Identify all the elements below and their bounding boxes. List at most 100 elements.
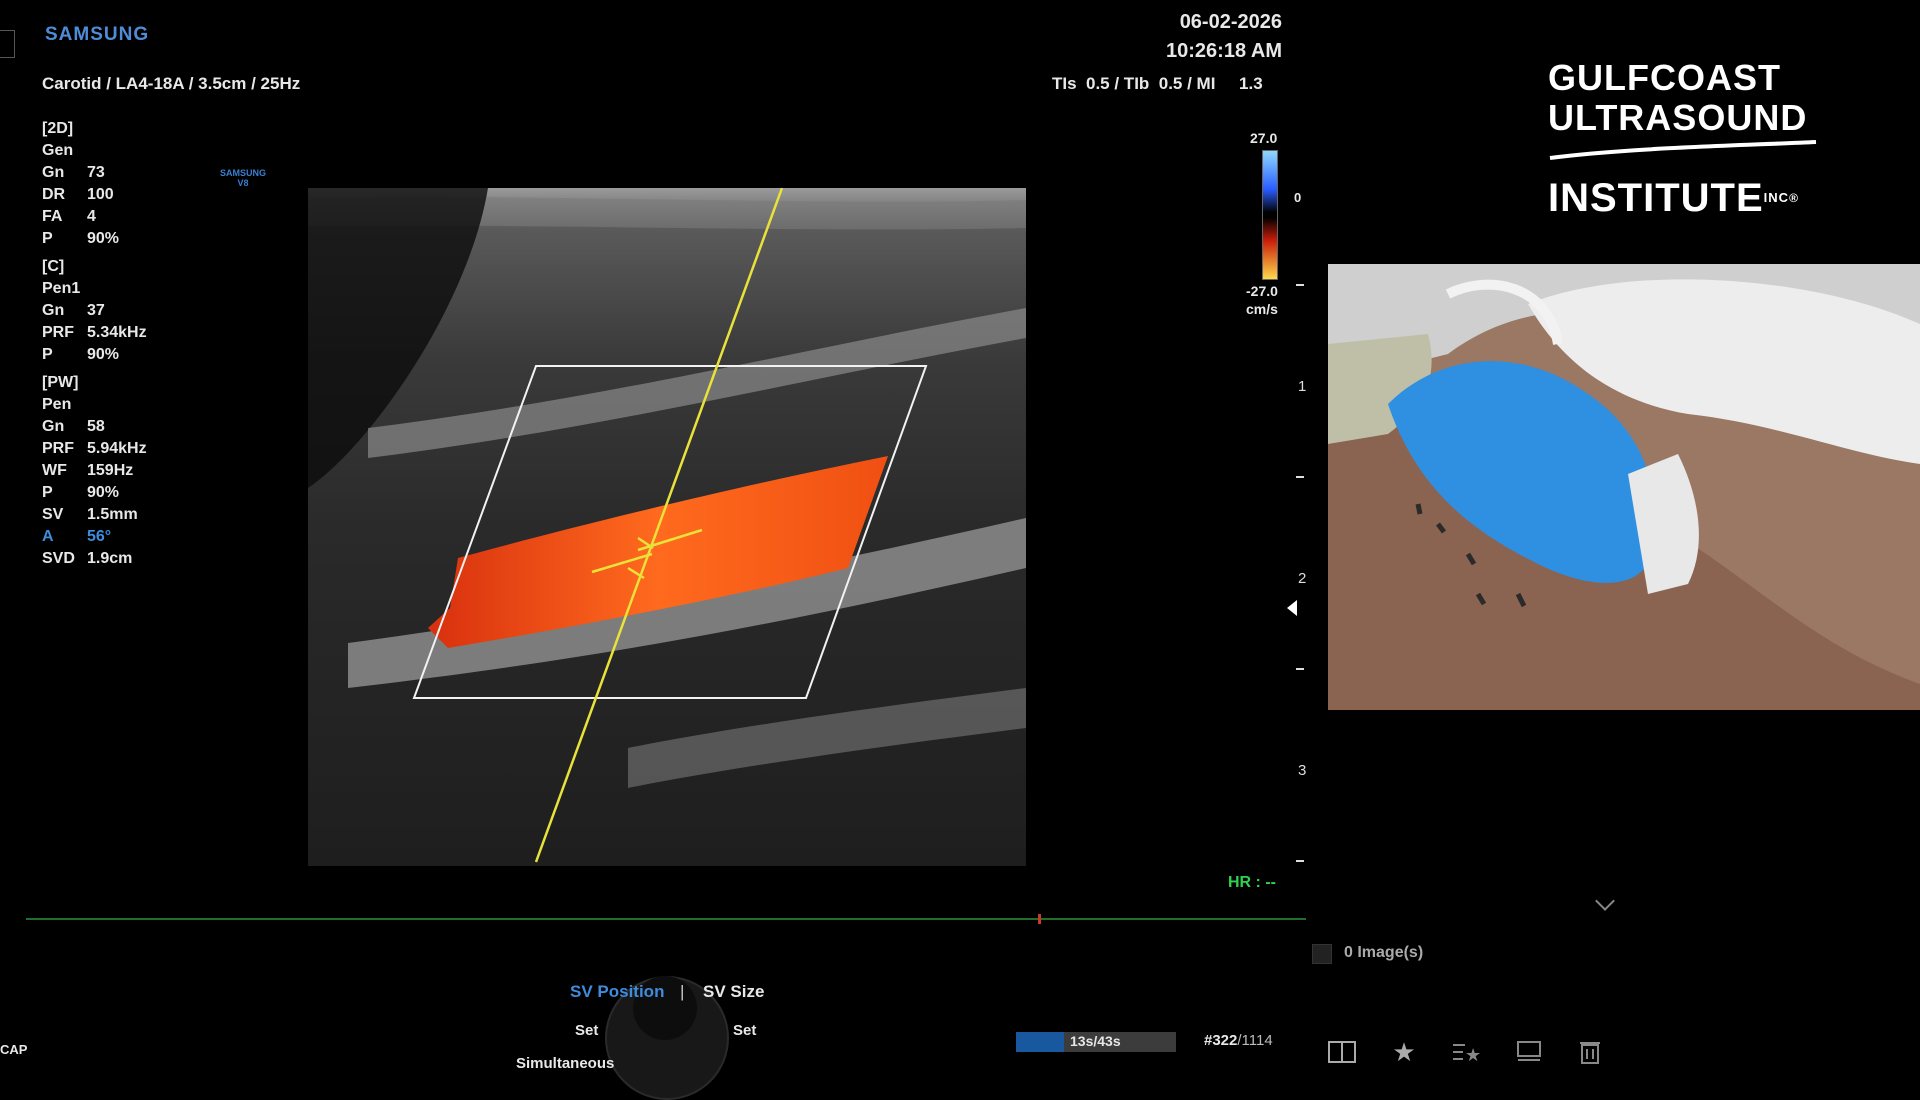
scanning-photo (1328, 264, 1920, 710)
param-key: WF (42, 462, 67, 479)
param-value: 100 (87, 186, 114, 203)
param-value: 4 (87, 208, 96, 225)
frame-counter: #322/1114 (1204, 1032, 1273, 1049)
depth-tick (1296, 476, 1304, 478)
cine-progress-fill (1016, 1032, 1065, 1052)
section-2d: [2D] (42, 120, 74, 137)
imaging-parameters: [2D] Gen Gn 73 DR 100 FA 4 P 90% [C] Pen1 Gn 37 P… (42, 118, 147, 570)
param-value: 37 (87, 302, 105, 319)
control-separator: | (680, 982, 685, 1001)
wave-icon (1549, 140, 1817, 160)
pw-param-row: WF 159Hz (42, 460, 147, 482)
collapse-menu-button[interactable] (0, 30, 15, 58)
depth-tick (1296, 668, 1304, 670)
logo-suffix: INC (1763, 190, 1790, 205)
time: 10:26:18 AM (1166, 40, 1282, 62)
section-pw: [PW] (42, 374, 79, 391)
pw-param-row: SVD 1.9cm (42, 548, 147, 570)
sv-size-button[interactable]: SV Size (703, 982, 764, 1002)
param-key: P (42, 346, 53, 363)
depth-label-1: 1 (1298, 378, 1307, 395)
mini-brand-logo: SAMSUNG V8 (220, 168, 266, 188)
simultaneous-button[interactable]: Simultaneous (516, 1055, 614, 1072)
color-param-row: Gn 37 (42, 300, 147, 322)
color-scale-max: 27.0 (1250, 130, 1278, 146)
frame-current: #322 (1204, 1032, 1238, 1049)
2d-param-row: Gn 73 (42, 162, 147, 184)
institute-logo: GULFCOAST ULTRASOUND INSTITUTEINC® (1548, 58, 1818, 220)
set-left-button[interactable]: Set (575, 1022, 598, 1039)
date: 06-02-2026 (1179, 11, 1282, 33)
star-list-icon[interactable]: ★ (1450, 1036, 1482, 1068)
mode-color: Pen1 (42, 280, 81, 297)
dicom-icon[interactable] (1513, 1036, 1545, 1068)
color-param-row: P 90% (42, 344, 147, 366)
pw-param-row: PRF 5.94kHz (42, 438, 147, 460)
color-scale-min-value: -27.0 (1246, 283, 1278, 299)
color-param-row: PRF 5.34kHz (42, 322, 147, 344)
param-key: Gn (42, 418, 65, 435)
param-key: P (42, 484, 53, 501)
mode-2d: Gen (42, 142, 74, 159)
ecg-marker (1038, 914, 1041, 924)
param-value: 5.94kHz (87, 440, 147, 457)
set-right-button[interactable]: Set (733, 1022, 756, 1039)
mini-brand-model: V8 (237, 178, 249, 188)
depth-label-3: 3 (1298, 762, 1307, 779)
logo-line-2: ULTRASOUND (1548, 97, 1808, 138)
svg-text:★: ★ (1465, 1045, 1481, 1065)
cine-progress-text: 13s/43s (1070, 1033, 1121, 1049)
exam-info: Carotid / LA4-18A / 3.5cm / 25Hz (42, 74, 301, 93)
pw-param-row: Gn 58 (42, 416, 147, 438)
image-count: 0 Image(s) (1344, 944, 1424, 961)
2d-param-row: FA 4 (42, 206, 147, 228)
ecg-trace (26, 918, 1306, 920)
param-key: A (42, 528, 54, 545)
star-icon[interactable]: ★ (1388, 1036, 1420, 1068)
pw-param-row: SV 1.5mm (42, 504, 147, 526)
section-color: [C] (42, 258, 65, 275)
capture-label[interactable]: CAP (0, 1042, 27, 1057)
depth-label-2: 2 (1298, 570, 1307, 587)
depth-tick (1296, 860, 1304, 862)
logo-institute: INSTITUTE (1548, 176, 1764, 220)
param-value: 90% (87, 484, 120, 501)
probe-video-inset (1328, 264, 1920, 710)
color-scale-bar (1262, 150, 1278, 280)
frame-total: /1114 (1237, 1032, 1273, 1049)
chevron-down-icon[interactable] (1595, 891, 1615, 911)
param-value: 1.5mm (87, 506, 138, 523)
brand-logo: SAMSUNG (45, 24, 150, 45)
param-value: 5.34kHz (87, 324, 147, 341)
thermal-index: TIs 0.5 / TIb 0.5 / MI 1.3 (1052, 74, 1263, 93)
logo-line-3: INSTITUTEINC® (1548, 176, 1818, 220)
param-value: 56° (87, 528, 112, 545)
param-value: 90% (87, 230, 120, 247)
param-key: FA (42, 208, 63, 225)
depth-tick (1296, 284, 1304, 286)
param-key: DR (42, 186, 66, 203)
param-value: 58 (87, 418, 105, 435)
2d-param-row: P 90% (42, 228, 147, 250)
param-key: PRF (42, 324, 74, 341)
param-value: 159Hz (87, 462, 134, 479)
param-key: P (42, 230, 53, 247)
color-scale-unit: cm/s (1246, 301, 1278, 317)
select-all-checkbox[interactable] (1312, 944, 1332, 964)
pw-param-row: P 90% (42, 482, 147, 504)
param-key: SVD (42, 550, 75, 567)
param-value: 1.9cm (87, 550, 133, 567)
pw-param-row: A 56° (42, 526, 147, 548)
color-scale-zero: 0 (1294, 190, 1302, 205)
focus-marker-icon[interactable] (1287, 600, 1297, 616)
split-view-icon[interactable] (1326, 1036, 1358, 1068)
ultrasound-image[interactable] (308, 188, 1026, 866)
mode-pw: Pen (42, 396, 72, 413)
trash-icon[interactable] (1574, 1036, 1606, 1068)
logo-line-1: GULFCOAST (1548, 57, 1781, 98)
sv-position-button[interactable]: SV Position (570, 982, 664, 1002)
logo-registered: ® (1789, 191, 1799, 205)
param-key: Gn (42, 164, 65, 181)
param-key: SV (42, 506, 64, 523)
color-scale-min: -27.0 cm/s (1246, 282, 1278, 318)
